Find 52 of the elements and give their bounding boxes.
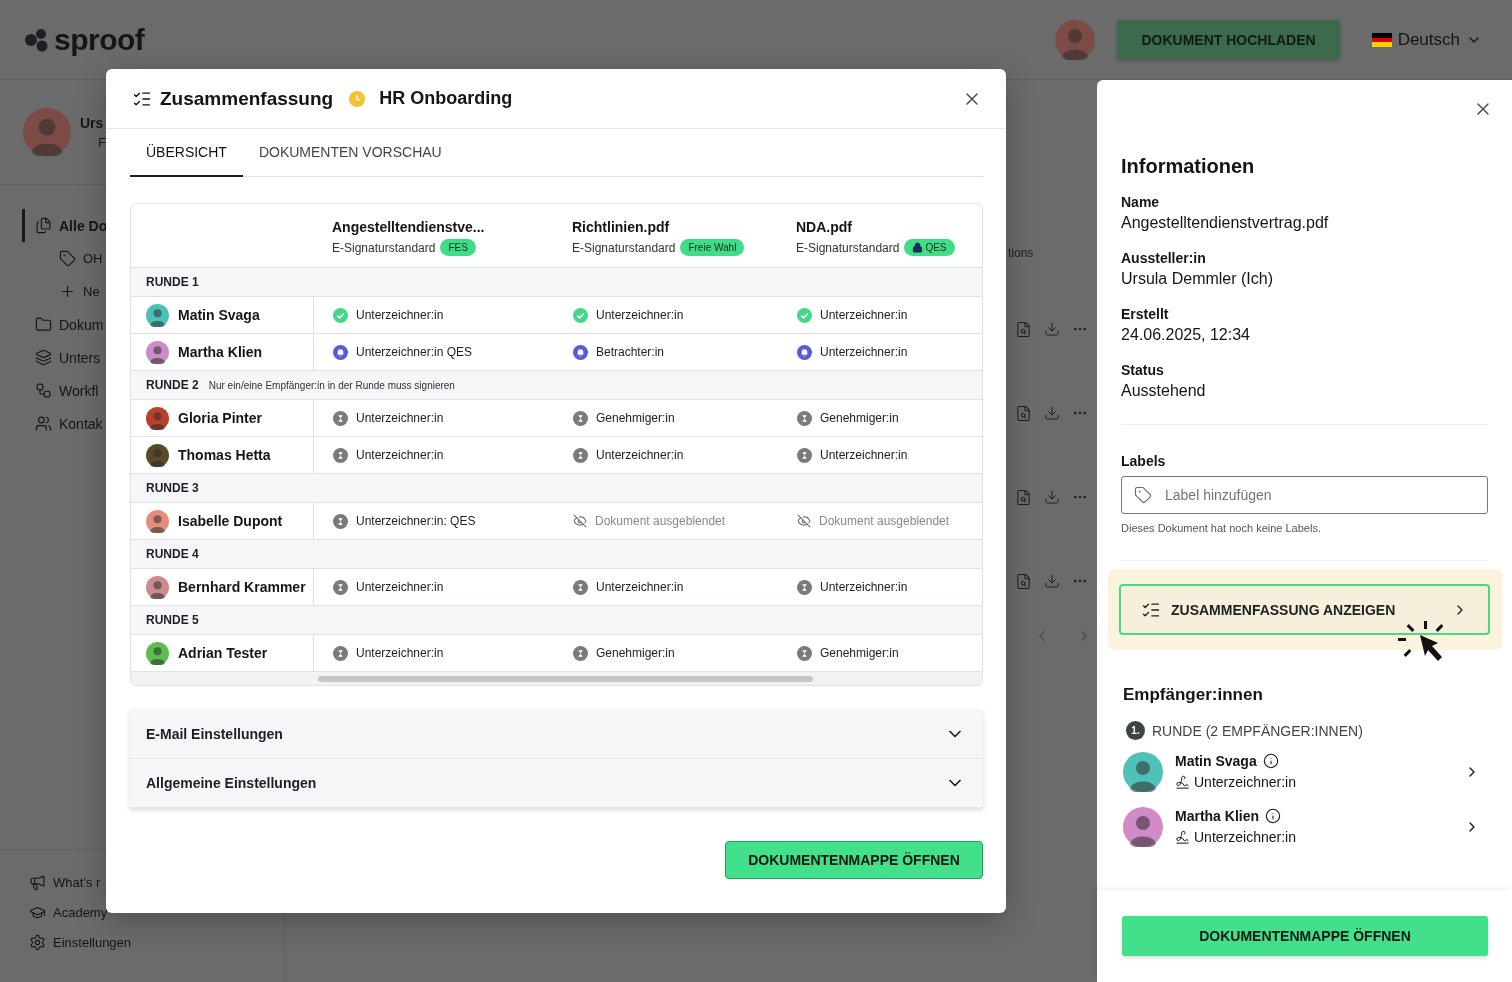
signature-standard-label: E-Signaturstandard (572, 240, 676, 255)
round-label: RUNDE 3 (146, 481, 199, 495)
field-label: Status (1121, 362, 1165, 378)
signature-standard-label: E-Signaturstandard (796, 240, 900, 255)
field-value: Ursula Demmler (Ich) (1121, 270, 1274, 288)
user-name: Urs (80, 114, 105, 131)
round-label: RUNDE 1 (146, 275, 199, 289)
status-cell: Unterzeichner:in (554, 297, 778, 334)
dialog-title: Zusammenfassung (160, 87, 334, 110)
workflow-name: HR Onboarding (379, 88, 513, 109)
status-cell: Genehmiger:in (778, 400, 982, 437)
field-label: Erstellt (1121, 306, 1170, 322)
recipient-name: Matin Svaga (178, 307, 260, 323)
status-cell: Unterzeichner:in (314, 297, 554, 334)
column-header: tions (1007, 246, 1035, 262)
round-note: Nur ein/eine Empfänger:in in der Runde muss signieren (208, 379, 455, 391)
field-label: Name (1121, 194, 1161, 210)
recipient-name: Martha Klien (178, 344, 262, 360)
status-cell: Unterzeichner:in (314, 400, 554, 437)
recipients-heading: Empfänger:innen (1123, 685, 1264, 705)
round-label: RUNDE 2 (146, 378, 199, 392)
round-label: RUNDE (2 EMPFÄNGER:INNEN) (1152, 722, 1363, 739)
recipient-role: Unterzeichner:in (1194, 774, 1296, 790)
standard-badge: Freie Wahl (680, 239, 745, 256)
recipient-role: Unterzeichner:in (1194, 829, 1296, 845)
recipient-name: Matin Svaga (1175, 753, 1257, 769)
user-subtitle: F (97, 134, 106, 150)
labels-hint: Dieses Dokument hat noch keine Labels. (1121, 522, 1322, 534)
recipient-name: Martha Klien (1175, 808, 1259, 824)
field-value: Angestelltendienstvertrag.pdf (1121, 214, 1330, 232)
document-name: Richtlinien.pdf (572, 219, 671, 235)
recipient-name: Isabelle Dupont (178, 513, 283, 529)
logo-text: sproof (54, 22, 145, 57)
field-label: Aussteller:in (1121, 250, 1207, 266)
signature-standard-label: E-Signaturstandard (332, 240, 436, 255)
recipient-name: Adrian Tester (178, 645, 268, 661)
document-name: Angestelltendienstve... (332, 219, 486, 235)
field-value: Ausstehend (1121, 382, 1207, 400)
recipient-name: Bernhard Krammer (178, 579, 306, 595)
recipient-name: Thomas Hetta (178, 447, 271, 463)
standard-badge: FES (440, 239, 476, 256)
panel-title: Informationen (1121, 155, 1256, 178)
status-cell: Genehmiger:in (554, 400, 778, 437)
round-number: 1. (1126, 721, 1145, 740)
standard-badge: QES (904, 239, 955, 256)
recipient-name: Gloria Pinter (178, 410, 263, 426)
round-label: RUNDE 4 (146, 547, 199, 561)
status-cell: Unterzeichner:in (778, 297, 982, 334)
field-value: 24.06.2025, 12:34 (1121, 326, 1251, 344)
document-name: NDA.pdf (796, 219, 853, 235)
labels-heading: Labels (1121, 453, 1167, 469)
round-label: RUNDE 5 (146, 613, 199, 627)
